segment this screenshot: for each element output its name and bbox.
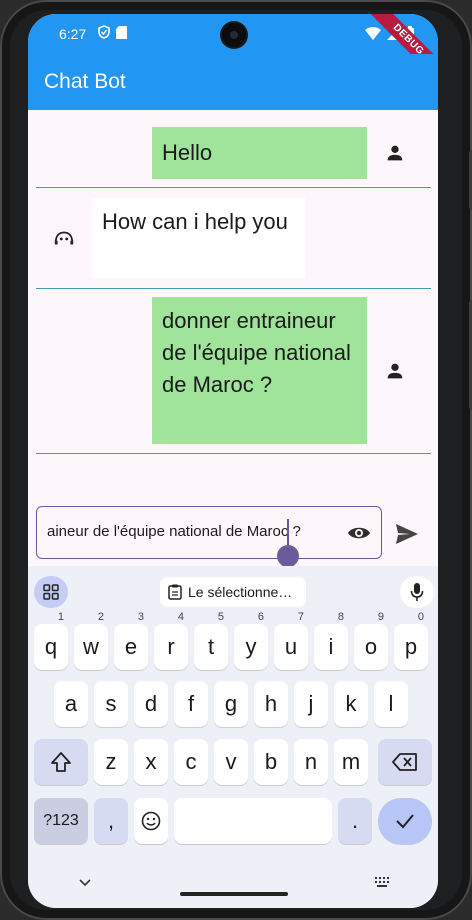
key-label: u	[284, 634, 298, 659]
key-label: e	[124, 634, 138, 659]
home-indicator[interactable]	[180, 892, 288, 896]
key-h[interactable]: h	[254, 681, 288, 727]
backspace-key[interactable]	[378, 739, 432, 785]
key-d[interactable]: d	[134, 681, 168, 727]
key-u[interactable]: 7u	[274, 611, 308, 670]
status-time: 6:27	[59, 26, 87, 42]
key-v[interactable]: v	[214, 739, 248, 785]
emoji-key[interactable]	[134, 798, 168, 844]
key-number-hint: 1	[57, 611, 64, 623]
key-a[interactable]: a	[54, 681, 88, 727]
key-p[interactable]: 0p	[394, 611, 428, 670]
keyboard-switch-icon[interactable]	[374, 876, 390, 888]
key-label: y	[245, 634, 257, 659]
key-e[interactable]: 3e	[114, 611, 148, 670]
emoji-icon	[141, 811, 161, 831]
key-n[interactable]: n	[294, 739, 328, 785]
wifi-icon	[365, 26, 381, 40]
person-icon	[387, 363, 403, 379]
phone-frame: 6:27 DEBUG Chat Bot Hello How can i help…	[0, 0, 472, 920]
key-x[interactable]: x	[134, 739, 168, 785]
key-label: w	[83, 634, 99, 659]
screen: 6:27 DEBUG Chat Bot Hello How can i help…	[28, 14, 438, 908]
grid-icon	[43, 584, 59, 600]
key-l[interactable]: l	[374, 681, 408, 727]
key-j[interactable]: j	[294, 681, 328, 727]
message-divider	[36, 288, 431, 289]
symbols-key[interactable]: ?123	[34, 798, 88, 844]
keyboard-menu-button[interactable]	[34, 576, 68, 608]
shield-icon	[98, 25, 110, 39]
key-label: p	[404, 634, 418, 659]
period-key[interactable]: .	[338, 798, 372, 844]
send-icon[interactable]	[394, 522, 420, 546]
key-q[interactable]: 1q	[34, 611, 68, 670]
bot-icon	[54, 231, 74, 245]
sd-card-icon	[116, 25, 127, 39]
keyboard-toolbar: Le sélectionne…	[28, 566, 438, 614]
clipboard-suggestion[interactable]: Le sélectionne…	[160, 577, 306, 607]
key-number-hint: 0	[417, 611, 424, 623]
eye-icon[interactable]	[347, 523, 371, 543]
chevron-down-icon[interactable]	[78, 878, 92, 888]
key-label: i	[328, 634, 334, 659]
key-t[interactable]: 5t	[194, 611, 228, 670]
voice-input-button[interactable]	[400, 576, 434, 608]
key-number-hint: 6	[257, 611, 264, 623]
key-f[interactable]: f	[174, 681, 208, 727]
message-input[interactable]: aineur de l'équipe national de Maroc ?	[36, 506, 382, 572]
key-label: r	[167, 634, 175, 659]
check-icon	[396, 814, 414, 829]
key-k[interactable]: k	[334, 681, 368, 727]
backspace-icon	[392, 753, 417, 771]
status-icons-left	[98, 25, 127, 39]
key-w[interactable]: 2w	[74, 611, 108, 670]
keyboard: Le sélectionne… 1q 2w 3e 4r 5t 6y 7u 8i …	[28, 566, 438, 908]
key-c[interactable]: c	[174, 739, 208, 785]
key-s[interactable]: s	[94, 681, 128, 727]
comma-key[interactable]: ,	[94, 798, 128, 844]
key-g[interactable]: g	[214, 681, 248, 727]
person-icon	[387, 145, 403, 161]
key-b[interactable]: b	[254, 739, 288, 785]
bot-message: How can i help you	[92, 198, 305, 278]
status-bar: 6:27 DEBUG	[28, 14, 438, 89]
key-number-hint: 2	[97, 611, 104, 623]
key-m[interactable]: m	[334, 739, 368, 785]
key-number-hint: 4	[177, 611, 184, 623]
space-key[interactable]	[174, 798, 332, 844]
text-cursor	[287, 519, 289, 545]
navigation-bar	[28, 868, 438, 908]
app-bar: Chat Bot	[28, 54, 438, 110]
key-label: q	[44, 634, 58, 659]
mic-icon	[410, 583, 424, 601]
user-message: donner entraineur de l'équipe national d…	[152, 297, 367, 444]
key-r[interactable]: 4r	[154, 611, 188, 670]
key-number-hint: 9	[377, 611, 384, 623]
key-number-hint: 8	[337, 611, 344, 623]
key-y[interactable]: 6y	[234, 611, 268, 670]
enter-key[interactable]	[378, 798, 432, 844]
key-label: o	[364, 634, 378, 659]
key-i[interactable]: 8i	[314, 611, 348, 670]
message-input-value[interactable]: aineur de l'équipe national de Maroc ?	[47, 523, 337, 540]
app-title: Chat Bot	[44, 70, 126, 93]
shift-icon	[51, 752, 71, 772]
chat-list[interactable]: Hello How can i help you donner entraine…	[28, 110, 438, 500]
message-divider	[36, 187, 431, 188]
key-z[interactable]: z	[94, 739, 128, 785]
clipboard-suggestion-label: Le sélectionne…	[188, 584, 293, 600]
shift-key[interactable]	[34, 739, 88, 785]
clipboard-icon	[168, 584, 182, 600]
key-number-hint: 5	[217, 611, 224, 623]
message-divider	[36, 453, 431, 454]
key-o[interactable]: 9o	[354, 611, 388, 670]
key-label: t	[207, 634, 215, 659]
front-camera	[222, 23, 246, 47]
key-number-hint: 3	[137, 611, 144, 623]
user-message: Hello	[152, 127, 367, 179]
key-number-hint: 7	[297, 611, 304, 623]
